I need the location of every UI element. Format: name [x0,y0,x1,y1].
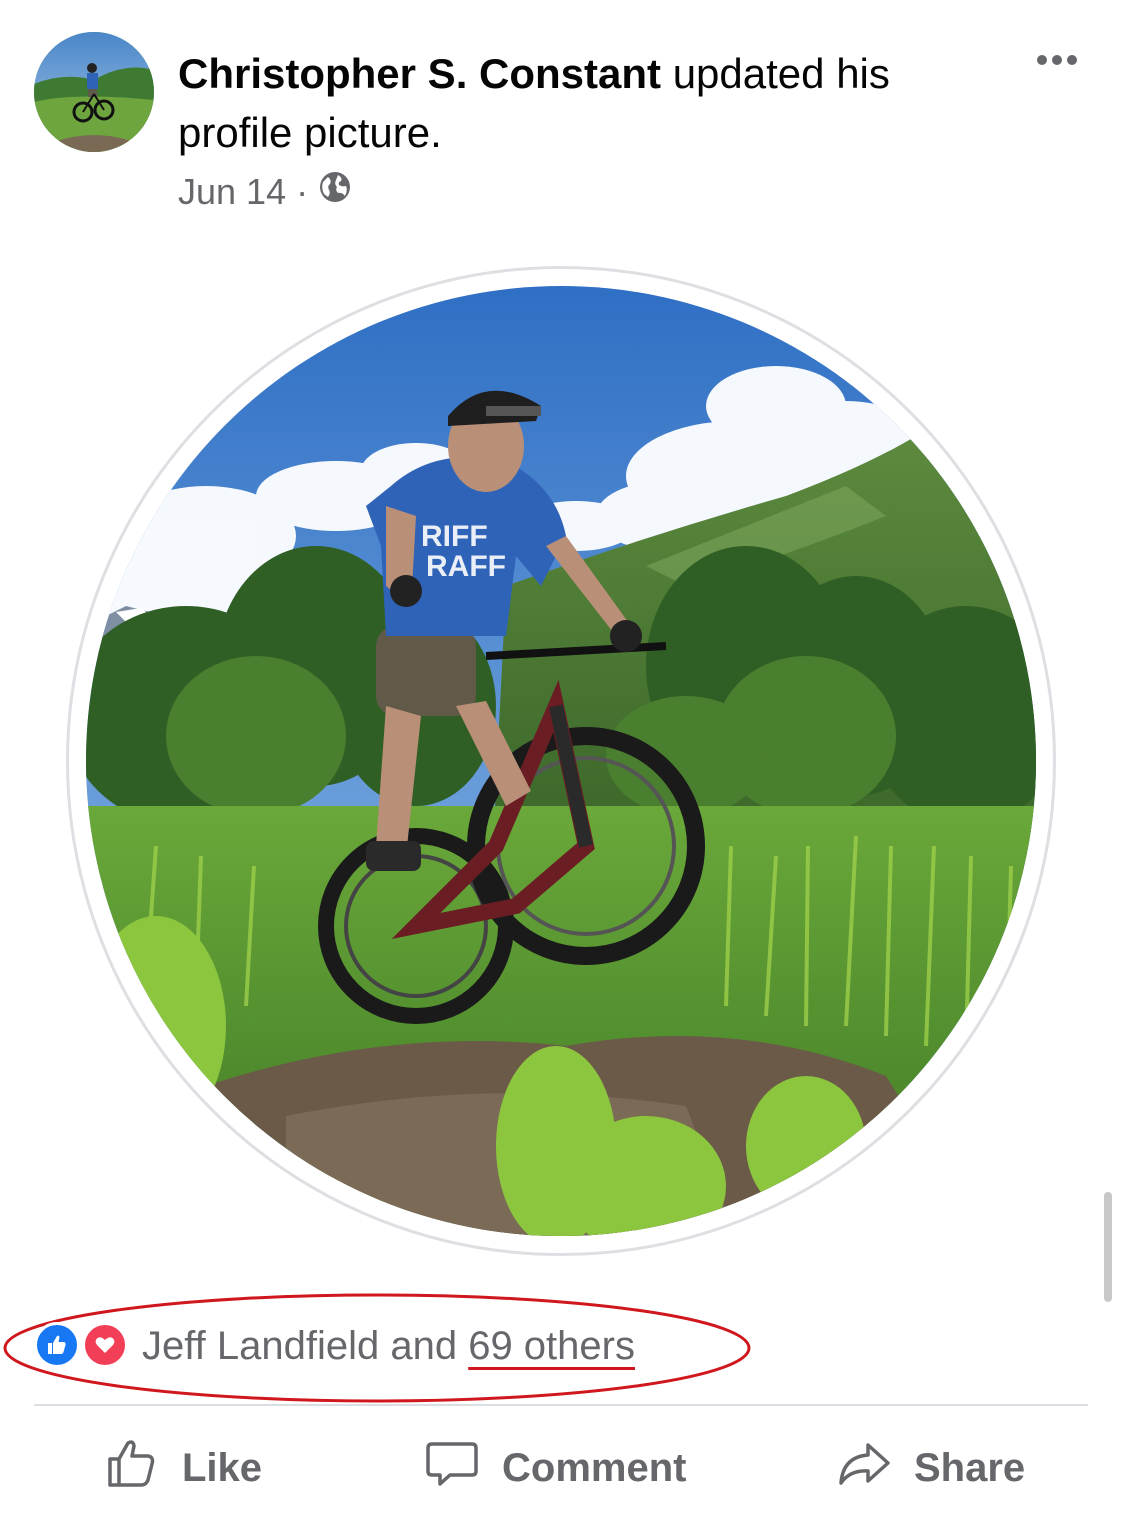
more-horizontal-icon [1052,55,1062,65]
love-reaction-icon [82,1322,128,1368]
post-headline: Christopher S. Constant updated his prof… [178,44,998,162]
like-reaction-icon [34,1322,80,1368]
others-link[interactable]: 69 others [468,1324,635,1368]
post-meta: Jun 14 · [178,170,352,213]
like-label: Like [182,1445,263,1490]
reaction-icons [34,1322,134,1370]
profile-picture-frame[interactable]: RIFF RAFF [66,266,1056,1256]
post-header: Christopher S. Constant updated his prof… [0,0,1123,240]
more-horizontal-icon [1067,55,1077,65]
comment-button[interactable]: Comment [424,1438,686,1498]
reactions-summary[interactable]: Jeff Landfield and 69 others [34,1322,635,1370]
post-date[interactable]: Jun 14 [178,171,286,213]
reaction-text: Jeff Landfield and 69 others [142,1324,635,1369]
more-horizontal-icon [1037,55,1047,65]
share-button[interactable]: Share [836,1438,1025,1498]
more-options-button[interactable] [1027,40,1087,80]
like-button[interactable]: Like [104,1438,262,1498]
profile-picture: RIFF RAFF [86,286,1036,1236]
divider [34,1404,1088,1406]
author-name[interactable]: Christopher S. Constant [178,50,661,97]
scrollbar[interactable] [1104,1192,1112,1302]
svg-text:RAFF: RAFF [426,550,506,583]
share-label: Share [914,1445,1026,1490]
mountain-bike-photo: RIFF RAFF [86,286,1036,1236]
thumbs-up-icon [104,1435,160,1501]
globe-icon[interactable] [318,170,352,213]
reactor-name: Jeff Landfield [142,1323,380,1368]
avatar-image [34,32,154,152]
svg-text:RIFF: RIFF [421,520,488,553]
comment-label: Comment [502,1445,687,1490]
meta-separator: · [296,170,309,212]
comment-bubble-icon [424,1435,480,1501]
post-action-bar: Like Comment Share [0,1420,1123,1514]
author-avatar[interactable] [34,32,154,152]
share-arrow-icon [836,1435,892,1501]
reaction-joiner: and [379,1323,469,1368]
